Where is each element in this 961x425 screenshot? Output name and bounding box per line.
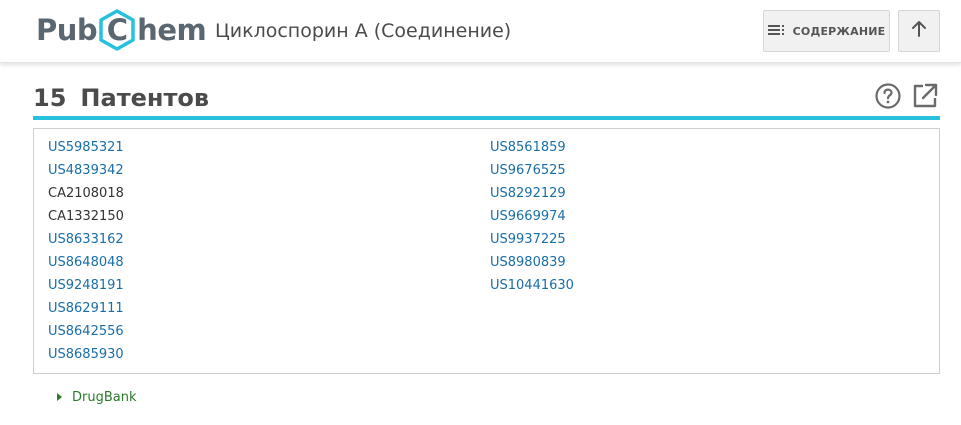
patent-link[interactable]: US8648048 bbox=[48, 253, 124, 276]
patent-link[interactable]: US8642556 bbox=[48, 322, 124, 345]
patent-column-right: US8561859 US9676525 US8292129 US9669974 … bbox=[490, 138, 574, 299]
patent-id: CA1332150 bbox=[48, 209, 124, 224]
patent-list: US5985321 US4839342 CA2108018 CA1332150 … bbox=[33, 128, 940, 374]
patent-count: 15 bbox=[33, 84, 67, 112]
patent-link[interactable]: US8629111 bbox=[48, 299, 124, 322]
logo-text-c: C bbox=[106, 13, 128, 47]
toc-label: СОДЕРЖАНИЕ bbox=[792, 24, 886, 38]
logo-text-pub: Pub bbox=[36, 13, 98, 47]
caret-right-icon bbox=[57, 393, 62, 401]
page-header: Pub C hem Циклоспорин А (Соединение) СОД… bbox=[0, 0, 961, 63]
patent-link[interactable]: US10441630 bbox=[490, 276, 574, 299]
logo-hexagon: C bbox=[98, 9, 136, 51]
external-link-icon[interactable] bbox=[911, 82, 939, 110]
section-title: 15 Патентов bbox=[33, 84, 209, 112]
patent-link[interactable]: US9669974 bbox=[490, 207, 574, 230]
patent-link[interactable]: US5985321 bbox=[48, 138, 124, 161]
arrow-up-icon bbox=[910, 20, 928, 42]
table-of-contents-button[interactable]: СОДЕРЖАНИЕ bbox=[763, 10, 890, 52]
patent-link[interactable]: US8980839 bbox=[490, 253, 574, 276]
page-title: Циклоспорин А (Соединение) bbox=[215, 20, 512, 42]
pubchem-logo[interactable]: Pub C hem bbox=[36, 9, 207, 51]
patent-link[interactable]: US9676525 bbox=[490, 161, 574, 184]
source-drugbank-toggle[interactable]: DrugBank bbox=[57, 389, 137, 405]
patent-link[interactable]: US8292129 bbox=[490, 184, 574, 207]
patent-id: CA2108018 bbox=[48, 186, 124, 201]
source-label: DrugBank bbox=[72, 389, 137, 405]
section-heading: 15 Патентов bbox=[33, 80, 940, 120]
list-icon bbox=[767, 24, 786, 39]
patent-link[interactable]: US8561859 bbox=[490, 138, 574, 161]
patent-link[interactable]: US9248191 bbox=[48, 276, 124, 299]
logo-text-hem: hem bbox=[137, 13, 207, 47]
scroll-top-button[interactable] bbox=[898, 10, 940, 52]
help-icon[interactable] bbox=[874, 82, 902, 110]
patent-link[interactable]: US8685930 bbox=[48, 345, 124, 368]
section-title-text: Патентов bbox=[80, 84, 210, 112]
patent-link[interactable]: US4839342 bbox=[48, 161, 124, 184]
patent-link[interactable]: US9937225 bbox=[490, 230, 574, 253]
patent-link[interactable]: US8633162 bbox=[48, 230, 124, 253]
patent-column-left: US5985321 US4839342 CA2108018 CA1332150 … bbox=[48, 138, 124, 368]
